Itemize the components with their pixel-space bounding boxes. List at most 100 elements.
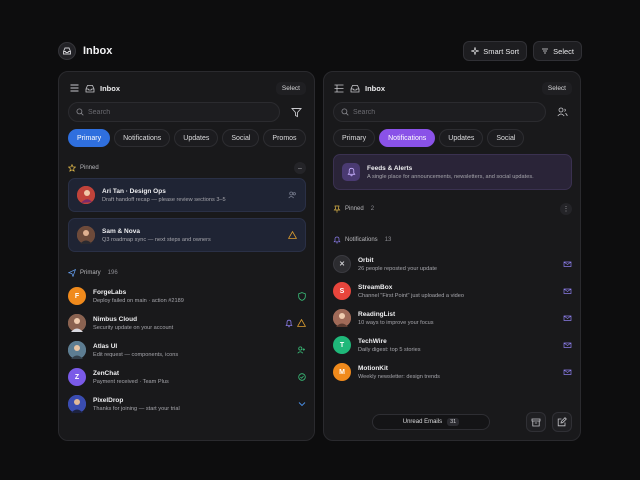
sender-name: ForgeLabs: [93, 288, 127, 296]
list-item[interactable]: F ForgeLabs Deploy failed on main · acti…: [68, 285, 306, 307]
avatar: [333, 309, 351, 327]
mark-read-icon[interactable]: [563, 314, 572, 322]
search-input[interactable]: [353, 108, 503, 116]
list-item[interactable]: ✕ Orbit 26 people reposted your update: [333, 253, 572, 275]
tab-social[interactable]: Social: [222, 129, 260, 147]
message-snippet: Daily digest: top 5 stories: [358, 346, 421, 353]
sender-name: Nimbus Cloud: [93, 315, 138, 323]
top-bar: Inbox Smart Sort Select: [58, 40, 582, 62]
tab-promos[interactable]: Promos: [263, 129, 306, 147]
avatar: [68, 314, 86, 332]
archive-button[interactable]: [526, 412, 546, 432]
select-button[interactable]: Select: [533, 41, 582, 61]
feeds-alerts-banner: Feeds & Alerts A single place for announ…: [333, 154, 572, 190]
menu-icon[interactable]: [68, 82, 80, 94]
pinned-thread[interactable]: Ari Tan · Design Ops Draft handoff recap…: [68, 178, 306, 212]
tab-updates[interactable]: Updates: [174, 129, 219, 147]
bell-icon: [342, 163, 360, 181]
notifications-section-header: Notifications 13: [333, 234, 572, 246]
check-circle-icon: [298, 373, 306, 381]
tab-updates[interactable]: Updates: [439, 129, 484, 147]
shield-icon: [298, 291, 306, 301]
contacts-icon[interactable]: [552, 102, 572, 122]
avatar: ✕: [333, 255, 351, 273]
avatar: [68, 395, 86, 413]
list-item[interactable]: ReadingList 10 ways to improve your focu…: [333, 307, 572, 329]
more-options-icon[interactable]: ⋮: [560, 203, 572, 215]
tab-bar: Primary Notifications Updates Social: [333, 129, 525, 147]
sender-name: MotionKit: [358, 364, 388, 372]
tab-notifications[interactable]: Notifications: [114, 129, 171, 147]
notifications-label: Notifications: [345, 237, 378, 243]
panel-select-button[interactable]: Select: [541, 81, 572, 95]
search-box[interactable]: [68, 102, 280, 122]
panel-title: Inbox: [365, 83, 385, 93]
tab-social[interactable]: Social: [487, 129, 525, 147]
warning-icon: [288, 231, 297, 239]
sender-name: ReadingList: [358, 310, 396, 318]
tab-primary[interactable]: Primary: [333, 129, 376, 147]
mark-read-icon[interactable]: [563, 341, 572, 349]
send-icon: [68, 269, 76, 277]
list-item[interactable]: Z ZenChat Payment received · Team Plus: [68, 366, 306, 388]
bell-icon: [333, 236, 341, 244]
panel-header: Inbox Select: [333, 80, 572, 96]
sender-name: TechWire: [358, 337, 387, 345]
people-icon: [288, 191, 296, 199]
message-snippet: 26 people reposted your update: [358, 265, 437, 272]
message-snippet: Payment received · Team Plus: [93, 378, 169, 385]
compose-button[interactable]: [552, 412, 572, 432]
primary-section-header: Primary 196: [68, 267, 306, 279]
star-icon: [68, 164, 76, 172]
panel-select-button[interactable]: Select: [275, 81, 306, 95]
collapse-icon[interactable]: –: [294, 162, 306, 174]
pin-icon: [333, 205, 341, 213]
avatar: T: [333, 336, 351, 354]
avatar: [77, 186, 95, 204]
tab-primary[interactable]: Primary: [68, 129, 111, 147]
pinned-thread[interactable]: Sam & Nova Q3 roadmap sync — next steps …: [68, 218, 306, 252]
sidebar-toggle-icon[interactable]: [333, 82, 345, 94]
avatar: M: [333, 363, 351, 381]
list-item[interactable]: T TechWire Daily digest: top 5 stories: [333, 334, 572, 356]
message-snippet: Deploy failed on main · action #2189: [93, 297, 184, 304]
smart-sort-button[interactable]: Smart Sort: [463, 41, 528, 61]
list-item[interactable]: Nimbus Cloud Security update on your acc…: [68, 312, 306, 334]
avatar: F: [68, 287, 86, 305]
bell-icon: [285, 319, 293, 327]
primary-count: 196: [107, 270, 118, 276]
avatar: Z: [68, 368, 86, 386]
mark-read-icon[interactable]: [563, 287, 572, 295]
message-snippet: Q3 roadmap sync — next steps and owners: [102, 236, 211, 243]
inbox-logo-icon: [58, 42, 76, 60]
notifications-count: 13: [384, 237, 392, 243]
filter-icon[interactable]: [286, 102, 306, 122]
compose-icon: [557, 417, 567, 427]
tab-notifications[interactable]: Notifications: [379, 129, 436, 147]
sender-name: ZenChat: [93, 369, 119, 377]
search-icon: [76, 108, 84, 116]
sender-name: Sam & Nova: [102, 227, 140, 235]
mark-read-icon[interactable]: [563, 368, 572, 376]
search-icon: [341, 108, 349, 116]
unread-count: 31: [447, 418, 460, 426]
pinned-section-header: Pinned –: [68, 162, 306, 174]
message-snippet: Channel "First Point" just uploaded a vi…: [358, 292, 464, 299]
archive-icon: [531, 418, 541, 426]
message-snippet: 10 ways to improve your focus: [358, 319, 434, 326]
warning-icon: [297, 319, 306, 327]
banner-text: A single place for announcements, newsle…: [367, 173, 534, 180]
list-item[interactable]: Atlas UI Edit request — components, icon…: [68, 339, 306, 361]
unread-emails-button[interactable]: Unread Emails 31: [372, 414, 490, 430]
pinned-count: 2: [370, 206, 375, 212]
search-box[interactable]: [333, 102, 546, 122]
list-item[interactable]: M MotionKit Weekly newsletter: design tr…: [333, 361, 572, 383]
mark-read-icon[interactable]: [563, 260, 572, 268]
list-item[interactable]: PixelDrop Thanks for joining — start you…: [68, 393, 306, 415]
list-item[interactable]: S StreamBox Channel "First Point" just u…: [333, 280, 572, 302]
search-input[interactable]: [88, 108, 238, 116]
sparkle-icon: [471, 47, 480, 55]
scroll-fade: [59, 418, 314, 440]
inbox-icon: [349, 82, 361, 94]
message-snippet: Thanks for joining — start your trial: [93, 405, 180, 412]
